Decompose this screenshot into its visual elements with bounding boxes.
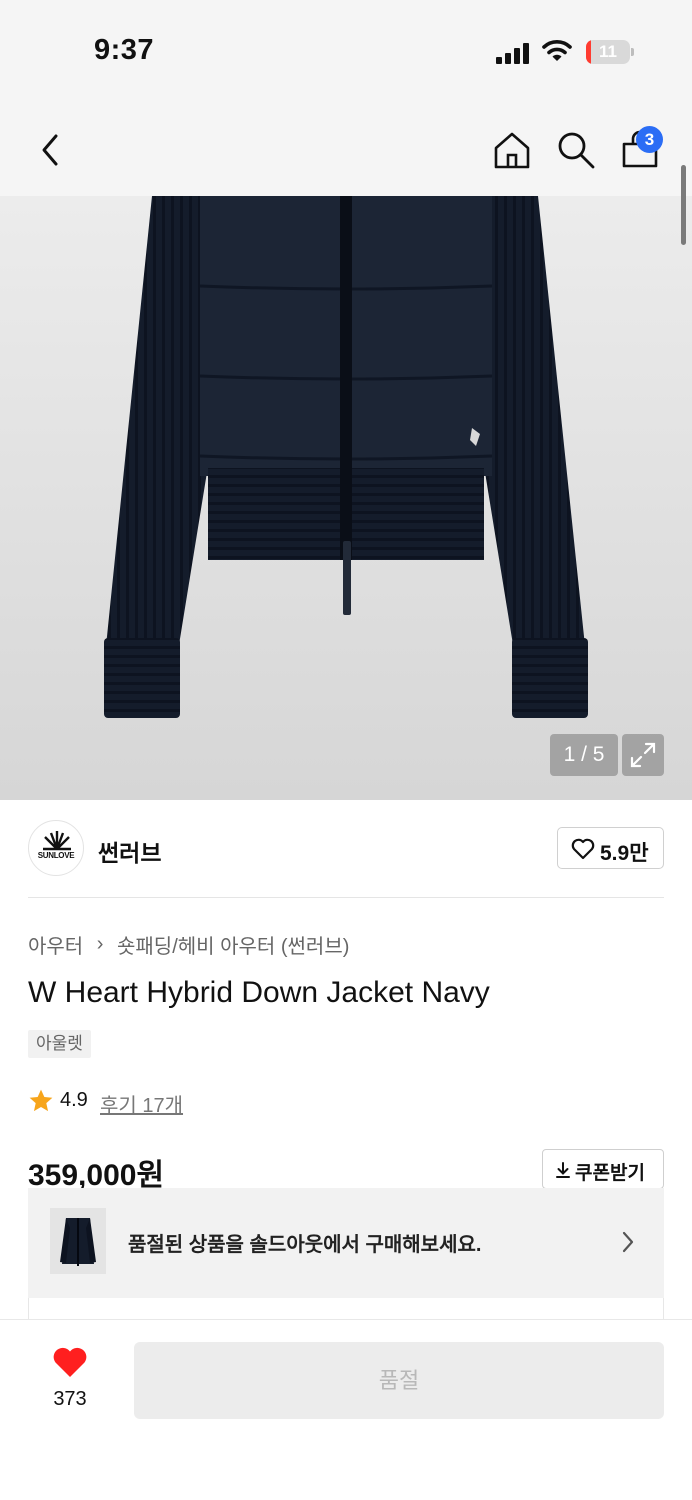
- divider: [28, 897, 664, 898]
- download-icon: [556, 1162, 570, 1178]
- coupon-button[interactable]: 쿠폰받기: [542, 1149, 664, 1189]
- heart-outline-icon: [571, 838, 595, 860]
- rating-value: 4.9: [60, 1089, 88, 1111]
- brand-like-button[interactable]: 5.9만: [557, 827, 664, 869]
- chevron-left-icon[interactable]: [36, 132, 64, 168]
- outlet-tag: 아울렛: [28, 1030, 91, 1058]
- coupon-label: 쿠폰받기: [575, 1163, 645, 1184]
- expand-icon: [630, 742, 656, 768]
- heart-filled-icon: [53, 1347, 87, 1377]
- brand-name[interactable]: 썬러브: [98, 834, 161, 868]
- gallery-counter: 1 / 5: [550, 734, 618, 776]
- battery-icon: 11: [586, 40, 630, 64]
- home-icon[interactable]: [492, 130, 532, 170]
- battery-level: 11: [599, 42, 617, 61]
- breadcrumb-category[interactable]: 아우터: [28, 930, 83, 959]
- product-image[interactable]: [0, 196, 692, 800]
- brand-logo-text: SUNLOVE: [37, 851, 75, 860]
- search-icon[interactable]: [556, 130, 596, 170]
- reviews-link[interactable]: 후기 17개: [100, 1089, 183, 1118]
- expand-button[interactable]: [622, 734, 664, 776]
- soldout-thumbnail: [50, 1208, 106, 1274]
- chevron-right-icon: [622, 1231, 634, 1253]
- jacket-illustration: [104, 196, 588, 718]
- soldout-banner-text: 품절된 상품을 솔드아웃에서 구매해보세요.: [128, 1234, 482, 1256]
- scroll-indicator[interactable]: [681, 165, 686, 245]
- wifi-icon: [542, 40, 572, 61]
- wishlist-button[interactable]: 373: [30, 1344, 110, 1416]
- product-title: W Heart Hybrid Down Jacket Navy: [28, 976, 490, 1009]
- soldout-banner[interactable]: 품절된 상품을 솔드아웃에서 구매해보세요.: [28, 1188, 664, 1298]
- status-bar: 9:37 11: [0, 0, 692, 100]
- brand-like-count: 5.9만: [600, 842, 649, 865]
- battery-tip: [631, 48, 634, 56]
- chevron-right-icon: ›: [96, 933, 104, 955]
- signal-icon: [496, 42, 532, 64]
- brand-logo[interactable]: SUNLOVE: [28, 820, 84, 876]
- breadcrumb-subcategory[interactable]: 숏패딩/헤비 아우터 (썬러브): [117, 930, 349, 959]
- status-time: 9:37: [94, 34, 155, 66]
- cart-count-badge: 3: [636, 126, 663, 153]
- breadcrumb: 아우터 › 숏패딩/헤비 아우터 (썬러브): [28, 930, 349, 959]
- star-icon: [29, 1089, 53, 1112]
- wishlist-count: 373: [53, 1388, 87, 1410]
- soldout-button[interactable]: 품절: [134, 1342, 664, 1419]
- nav-bar: [0, 100, 692, 196]
- sunburst-icon: [43, 831, 71, 851]
